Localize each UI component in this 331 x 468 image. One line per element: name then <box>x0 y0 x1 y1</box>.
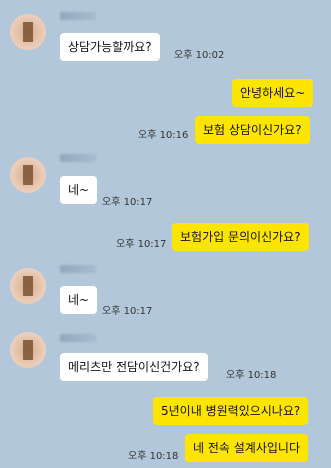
message-bubble-incoming[interactable]: 네~ <box>60 286 98 314</box>
contact-name-blurred <box>60 265 96 273</box>
avatar-image <box>23 340 33 360</box>
message-time: 오후 10:17 <box>102 197 153 208</box>
message-time: 오후 10:18 <box>128 451 179 462</box>
message-time: 오후 10:17 <box>116 239 167 250</box>
message-time: 오후 10:16 <box>138 130 189 141</box>
avatar-image <box>23 276 33 296</box>
avatar-image <box>23 22 33 42</box>
message-bubble-outgoing[interactable]: 네 전속 설계사입니다 <box>185 434 308 462</box>
message-time: 오후 10:17 <box>102 306 153 317</box>
contact-name-blurred <box>60 12 96 20</box>
message-bubble-outgoing[interactable]: 보험가입 문의이신가요? <box>172 223 309 251</box>
avatar-image <box>23 165 33 185</box>
message-bubble-incoming[interactable]: 상담가능할까요? <box>60 33 160 61</box>
contact-name-blurred <box>60 154 96 162</box>
message-bubble-outgoing[interactable]: 보험 상담이신가요? <box>195 116 310 144</box>
message-bubble-outgoing[interactable]: 5년이내 병원력있으시나요? <box>153 397 309 425</box>
contact-name-blurred <box>60 334 96 342</box>
message-bubble-incoming[interactable]: 네~ <box>60 176 98 204</box>
message-time: 오후 10:18 <box>226 370 277 381</box>
chat-window: 상담가능할까요? 오후 10:02 안녕하세요~ 보험 상담이신가요? 오후 1… <box>0 0 331 468</box>
message-bubble-incoming[interactable]: 메리츠만 전담이신건가요? <box>60 353 208 381</box>
contact-avatar[interactable] <box>10 332 46 368</box>
message-time: 오후 10:02 <box>174 50 225 61</box>
message-bubble-outgoing[interactable]: 안녕하세요~ <box>232 79 314 107</box>
contact-avatar[interactable] <box>10 268 46 304</box>
contact-avatar[interactable] <box>10 157 46 193</box>
contact-avatar[interactable] <box>10 14 46 50</box>
